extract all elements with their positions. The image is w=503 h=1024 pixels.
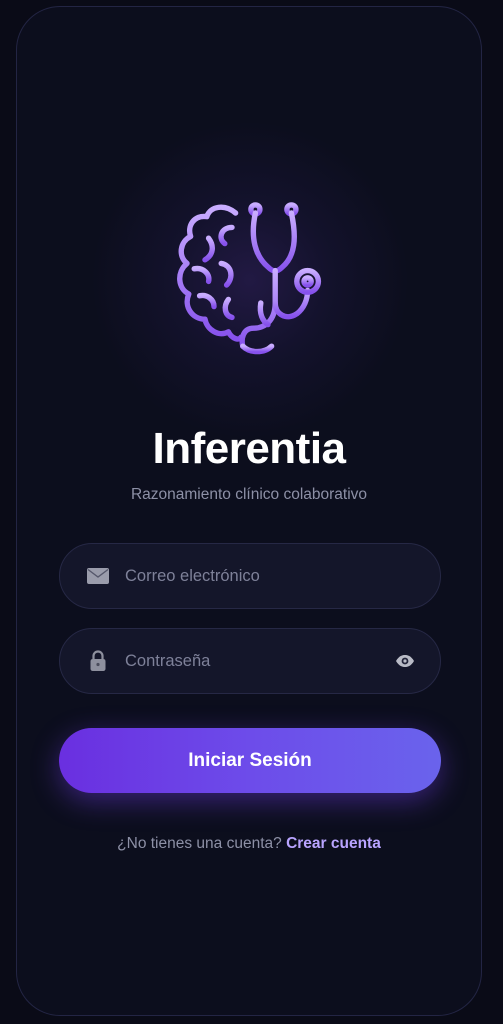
login-screen: Inferentia Razonamiento clínico colabora… — [16, 6, 482, 1016]
envelope-icon — [86, 564, 110, 588]
login-button[interactable]: Iniciar Sesión — [59, 728, 441, 793]
password-input[interactable] — [125, 629, 390, 693]
eye-icon[interactable] — [394, 650, 416, 672]
email-field[interactable] — [59, 543, 441, 609]
lock-icon — [86, 649, 110, 673]
signup-prompt: ¿No tienes una cuenta? Crear cuenta — [17, 834, 481, 854]
app-title: Inferentia — [152, 424, 346, 473]
app-subtitle: Razonamiento clínico colaborativo — [130, 486, 368, 503]
email-input[interactable] — [125, 544, 390, 608]
brain-stethoscope-icon — [177, 202, 322, 355]
create-account-link[interactable]: Crear cuenta — [286, 835, 381, 852]
password-field[interactable] — [59, 628, 441, 694]
signup-prompt-text: ¿No tienes una cuenta? — [117, 835, 282, 852]
